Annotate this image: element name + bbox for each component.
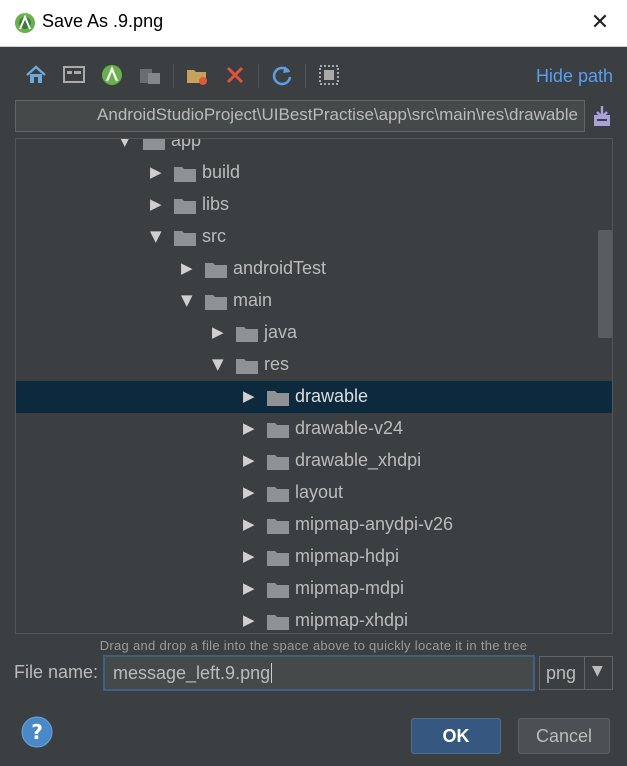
close-icon[interactable]: ✕ (587, 10, 613, 36)
folder-icon (267, 519, 289, 534)
delete-icon[interactable] (222, 62, 248, 88)
path-field[interactable]: AndroidStudioProject\UIBestPractise\app\… (15, 100, 585, 132)
expand-right-icon[interactable]: ▶ (181, 259, 195, 277)
expand-right-icon[interactable]: ▶ (150, 195, 164, 213)
cancel-button[interactable]: Cancel (518, 718, 610, 754)
show-hidden-icon[interactable] (316, 62, 342, 88)
folder-icon (174, 167, 196, 182)
tree-row[interactable]: ▶ layout (16, 477, 612, 509)
tree-row[interactable]: ▶ java (16, 317, 612, 349)
folder-icon (174, 199, 196, 214)
tree-row[interactable]: ▶ mipmap-mdpi (16, 573, 612, 605)
desktop-icon[interactable] (61, 62, 87, 88)
file-name-input[interactable]: message_left.9.png (103, 655, 535, 691)
help-icon[interactable]: ? (20, 715, 54, 749)
expand-right-icon[interactable]: ▶ (243, 547, 257, 565)
tree-row[interactable]: ▼ main (16, 285, 612, 317)
folder-icon (267, 423, 289, 438)
new-folder-icon[interactable] (184, 62, 210, 88)
tree-item-label: res (264, 354, 290, 374)
tree-row[interactable]: ▼ app (16, 138, 612, 157)
select-divider (584, 657, 585, 689)
expand-right-icon[interactable]: ▶ (243, 419, 257, 437)
tree-row[interactable]: ▶ androidTest (16, 253, 612, 285)
file-tree[interactable]: ▼ app ▶ build ▶ libs ▼ src ▶ androidTest ▼ main ▶ jav… (15, 138, 613, 634)
tree-item-label: libs (202, 194, 230, 214)
tree-item-label: drawable (295, 386, 369, 406)
extension-select[interactable]: png ▼ (539, 656, 613, 690)
folder-icon (205, 263, 227, 278)
tree-row[interactable]: ▼ res (16, 349, 612, 381)
expand-right-icon[interactable]: ▶ (243, 611, 257, 629)
expand-down-icon[interactable]: ▼ (212, 355, 226, 373)
folder-icon (267, 583, 289, 598)
hide-path-link[interactable]: Hide path (536, 66, 613, 87)
folder-icon (267, 455, 289, 470)
android-project-icon[interactable] (99, 62, 125, 88)
tree-item-label: build (202, 162, 241, 182)
folder-icon (236, 327, 258, 342)
toolbar-separator (305, 64, 306, 88)
folder-icon (267, 615, 289, 630)
tree-item-label: mipmap-mdpi (295, 578, 405, 598)
folder-icon (267, 487, 289, 502)
window-title: Save As .9.png (42, 11, 164, 31)
folder-icon (267, 391, 289, 406)
android-studio-icon (15, 13, 35, 33)
svg-text:?: ? (31, 720, 43, 744)
tree-item-label: androidTest (233, 258, 327, 278)
extension-value: png (546, 663, 577, 683)
ok-button[interactable]: OK (411, 718, 501, 754)
download-path-icon[interactable] (591, 104, 613, 128)
text-caret (271, 663, 273, 683)
toolbar: Hide path (0, 58, 627, 94)
expand-down-icon[interactable]: ▼ (181, 291, 195, 309)
tree-item-label: main (233, 290, 273, 310)
tree-scrollbar[interactable] (598, 230, 612, 338)
file-name-value: message_left.9.png (113, 663, 271, 683)
tree-row[interactable]: ▶ mipmap-hdpi (16, 541, 612, 573)
tree-item-label: layout (295, 482, 344, 502)
drag-drop-hint: Drag and drop a file into the space abov… (99, 638, 528, 653)
chevron-down-icon[interactable]: ▼ (592, 663, 603, 679)
tree-item-label: app (171, 138, 202, 150)
tree-item-label: java (264, 322, 298, 342)
tree-item-label: drawable-v24 (295, 418, 404, 438)
tree-row[interactable]: ▶ mipmap-anydpi-v26 (16, 509, 612, 541)
home-icon[interactable] (23, 62, 49, 88)
tree-row[interactable]: ▶ mipmap-xhdpi (16, 605, 612, 633)
tree-row[interactable]: ▶ drawable (16, 381, 612, 413)
path-text: AndroidStudioProject\UIBestPractise\app\… (97, 105, 578, 124)
toolbar-separator (258, 64, 259, 88)
folder-icon (143, 139, 165, 150)
expand-right-icon[interactable]: ▶ (243, 387, 257, 405)
expand-right-icon[interactable]: ▶ (243, 483, 257, 501)
expand-right-icon[interactable]: ▶ (212, 323, 226, 341)
module-icon[interactable] (137, 62, 163, 88)
folder-icon (267, 551, 289, 566)
tree-row[interactable]: ▶ build (16, 157, 612, 189)
expand-down-icon[interactable]: ▼ (150, 227, 164, 245)
tree-item-label: mipmap-anydpi-v26 (295, 514, 454, 534)
tree-item-label: drawable_xhdpi (295, 450, 422, 470)
expand-right-icon[interactable]: ▶ (150, 163, 164, 181)
tree-row[interactable]: ▶ libs (16, 189, 612, 221)
file-name-label: File name: (14, 662, 99, 682)
expand-right-icon[interactable]: ▶ (243, 579, 257, 597)
expand-right-icon[interactable]: ▶ (243, 451, 257, 469)
tree-row[interactable]: ▶ drawable_xhdpi (16, 445, 612, 477)
tree-row[interactable]: ▼ src (16, 221, 612, 253)
title-bar: Save As .9.png ✕ (0, 0, 627, 47)
tree-item-label: src (202, 226, 226, 246)
folder-icon (174, 231, 196, 246)
toolbar-separator (173, 64, 174, 88)
folder-icon (205, 295, 227, 310)
folder-icon (236, 359, 258, 374)
tree-item-label: mipmap-hdpi (295, 546, 400, 566)
expand-down-icon[interactable]: ▼ (119, 139, 133, 149)
expand-right-icon[interactable]: ▶ (243, 515, 257, 533)
refresh-icon[interactable] (269, 62, 295, 88)
tree-item-label: mipmap-xhdpi (295, 610, 409, 630)
tree-row[interactable]: ▶ drawable-v24 (16, 413, 612, 445)
